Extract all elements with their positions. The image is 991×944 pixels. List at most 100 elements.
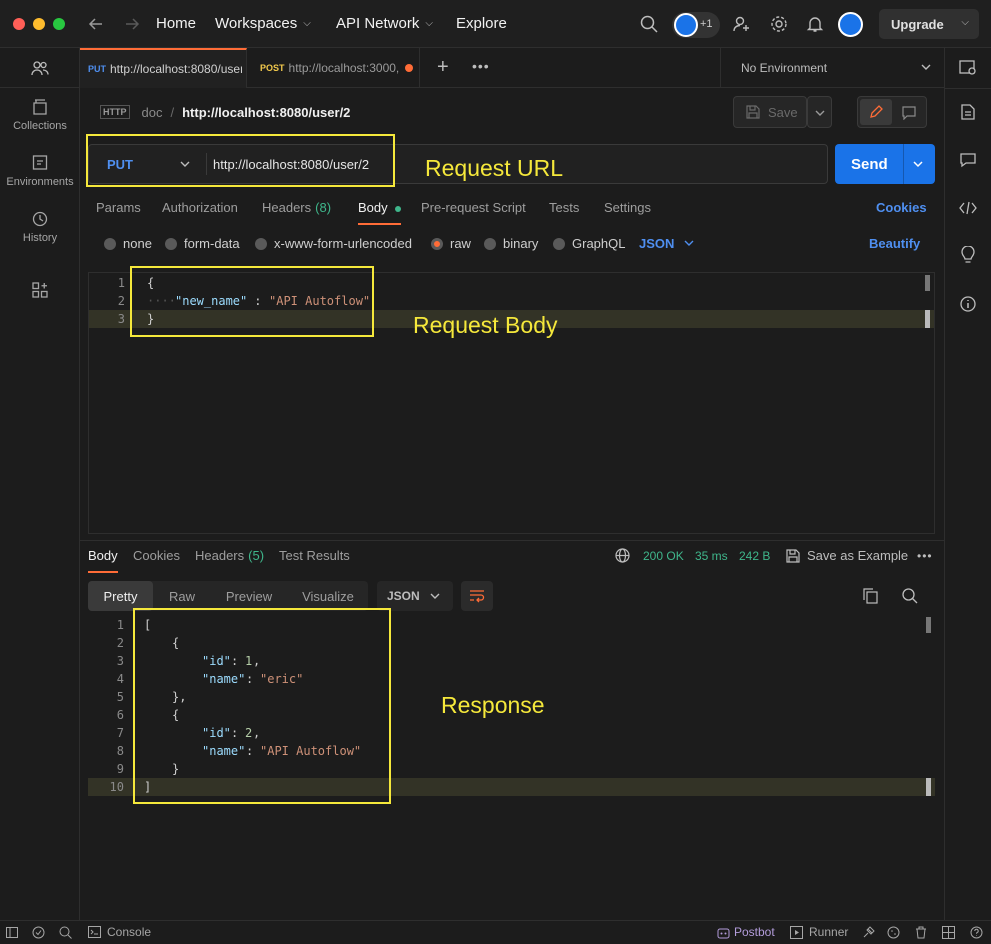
response-tab-cookies[interactable]: Cookies — [133, 548, 180, 563]
layout-icon[interactable] — [942, 926, 955, 939]
radio-urlencoded[interactable]: x-www-form-urlencoded — [255, 236, 412, 251]
cookies-link[interactable]: Cookies — [876, 200, 927, 215]
response-format-select[interactable]: JSON — [377, 581, 453, 611]
request-tabs-bar: PUT http://localhost:8080/user POST http… — [80, 48, 944, 88]
radio-form-data[interactable]: form-data — [165, 236, 240, 251]
send-button[interactable]: Send — [835, 144, 935, 184]
runner-button[interactable]: Runner — [790, 925, 848, 939]
team-avatars[interactable]: +1 — [672, 12, 720, 38]
nav-home[interactable]: Home — [156, 15, 196, 32]
close-window-button[interactable] — [13, 18, 25, 30]
user-avatar[interactable] — [838, 12, 863, 37]
console-button[interactable]: Console — [88, 925, 151, 939]
globe-icon[interactable] — [615, 548, 630, 563]
tab-put-user[interactable]: PUT http://localhost:8080/user — [80, 48, 247, 88]
response-headers-count: (5) — [248, 548, 265, 563]
radio-binary[interactable]: binary — [484, 236, 538, 251]
breadcrumb-request-name[interactable]: http://localhost:8080/user/2 — [182, 105, 350, 120]
body-format-select[interactable]: JSON — [639, 236, 694, 251]
more-options-icon[interactable]: ••• — [917, 549, 933, 563]
help-icon[interactable] — [970, 926, 983, 939]
cookies-icon[interactable] — [887, 926, 900, 939]
view-pretty-button[interactable]: Pretty — [88, 581, 153, 611]
scrollbar-thumb[interactable] — [925, 310, 930, 328]
postbot-button[interactable]: Postbot — [717, 925, 775, 939]
chevron-down-icon[interactable] — [913, 161, 923, 168]
documentation-icon[interactable] — [961, 104, 975, 120]
nav-workspaces-label: Workspaces — [215, 15, 298, 32]
minimize-window-button[interactable] — [33, 18, 45, 30]
radio-none[interactable]: none — [104, 236, 152, 251]
chevron-down-icon — [684, 240, 694, 246]
more-tabs-icon[interactable]: ••• — [472, 58, 490, 74]
find-replace-icon[interactable] — [59, 926, 72, 939]
info-icon[interactable] — [960, 296, 976, 312]
sidebar-item-history[interactable]: History — [0, 210, 80, 244]
tab-pre-request-script[interactable]: Pre-request Script — [421, 200, 526, 215]
code-icon[interactable] — [959, 200, 977, 216]
nav-explore[interactable]: Explore — [456, 15, 507, 32]
save-dropdown-button[interactable] — [807, 96, 832, 128]
add-widgets-icon[interactable] — [32, 282, 48, 298]
toggle-sidebar-icon[interactable] — [6, 927, 18, 938]
copy-icon[interactable] — [863, 588, 878, 604]
search-icon[interactable] — [902, 588, 918, 604]
invite-user-icon[interactable] — [733, 15, 751, 33]
bell-icon[interactable] — [806, 15, 824, 33]
lightbulb-icon[interactable] — [960, 246, 976, 264]
environment-select[interactable]: No Environment — [720, 48, 944, 88]
response-tab-body[interactable]: Body — [88, 548, 118, 573]
online-status-icon[interactable] — [32, 926, 45, 939]
gear-icon[interactable] — [770, 15, 788, 33]
scrollbar[interactable] — [926, 617, 931, 633]
scrollbar-thumb[interactable] — [926, 778, 931, 796]
search-icon[interactable] — [640, 15, 658, 33]
tab-headers[interactable]: Headers (8) — [262, 200, 331, 215]
chevron-down-icon: ⌵ — [425, 18, 433, 29]
new-tab-plus-icon[interactable]: + — [437, 56, 449, 79]
comments-icon[interactable] — [960, 152, 976, 168]
response-size[interactable]: 242 B — [739, 549, 770, 563]
maximize-window-button[interactable] — [53, 18, 65, 30]
trash-icon[interactable] — [915, 926, 927, 939]
edit-mode-button[interactable] — [860, 99, 892, 125]
environment-quick-look-icon[interactable] — [959, 60, 977, 76]
collections-icon — [33, 99, 47, 115]
capture-requests-icon[interactable] — [862, 926, 875, 939]
sidebar-item-collections[interactable]: Collections — [0, 98, 80, 132]
tab-params[interactable]: Params — [96, 200, 141, 215]
save-label: Save — [768, 104, 798, 120]
tab-settings[interactable]: Settings — [604, 200, 651, 215]
view-visualize-button[interactable]: Visualize — [292, 581, 364, 611]
nav-workspaces[interactable]: Workspaces ⌵ — [215, 15, 311, 32]
view-mode-toggle — [857, 96, 927, 128]
comment-mode-icon[interactable] — [902, 106, 916, 120]
title-bar: Home Workspaces ⌵ API Network ⌵ Explore … — [0, 0, 991, 48]
upgrade-button[interactable]: Upgrade ⌵ — [879, 9, 979, 39]
tab-tests[interactable]: Tests — [549, 200, 579, 215]
view-raw-button[interactable]: Raw — [158, 581, 206, 611]
tab-post-localhost[interactable]: POST http://localhost:3000, — [248, 48, 420, 88]
view-preview-button[interactable]: Preview — [216, 581, 282, 611]
back-arrow-icon[interactable] — [88, 16, 104, 32]
tab-authorization[interactable]: Authorization — [162, 200, 238, 215]
save-button[interactable]: Save — [733, 96, 807, 128]
beautify-button[interactable]: Beautify — [869, 236, 920, 251]
team-icon[interactable] — [31, 60, 49, 76]
tab-body[interactable]: Body — [358, 200, 402, 225]
response-tab-headers[interactable]: Headers (5) — [195, 548, 264, 563]
breadcrumb-collection[interactable]: doc — [142, 105, 163, 120]
radio-raw[interactable]: raw — [431, 236, 471, 251]
save-as-example-button[interactable]: Save as Example — [786, 548, 908, 563]
status-code[interactable]: 200 OK — [643, 549, 684, 563]
scrollbar[interactable] — [925, 275, 930, 291]
response-time[interactable]: 35 ms — [695, 549, 728, 563]
radio-graphql[interactable]: GraphQL — [553, 236, 625, 251]
sidebar-item-label: History — [22, 232, 58, 244]
forward-arrow-icon[interactable] — [124, 16, 140, 32]
response-tab-test-results[interactable]: Test Results — [279, 548, 350, 563]
nav-api-network[interactable]: API Network ⌵ — [336, 15, 433, 32]
sidebar-item-environments[interactable]: Environments — [0, 154, 80, 188]
wrap-lines-button[interactable] — [461, 581, 493, 611]
radio-label: GraphQL — [572, 236, 626, 251]
